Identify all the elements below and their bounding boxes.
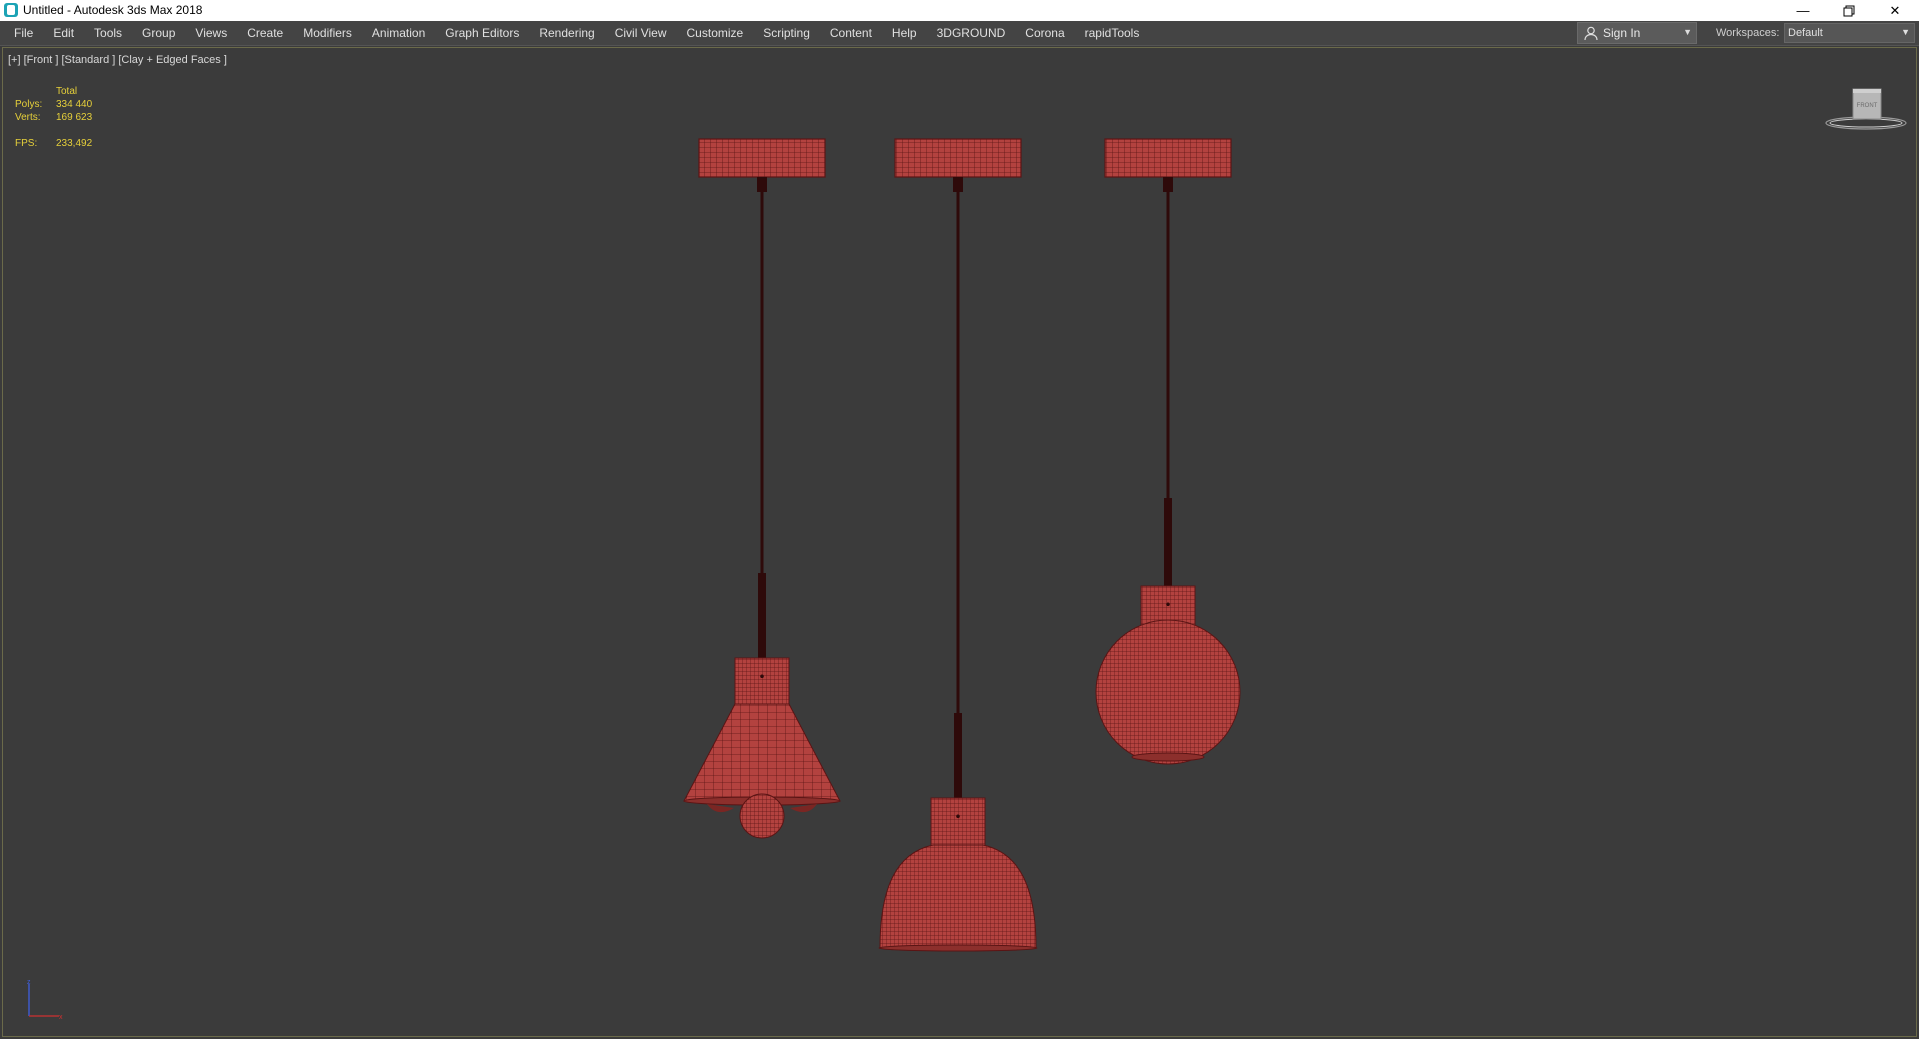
menu-scripting[interactable]: Scripting [753,21,820,45]
menu-animation[interactable]: Animation [362,21,435,45]
menu-tools[interactable]: Tools [84,21,132,45]
polys-value: 334 440 [56,99,93,110]
sign-in-button[interactable]: Sign In ▼ [1577,22,1697,44]
stats-header: Total [56,86,78,97]
cone-pendant-lamp-cord-sleeve[interactable] [758,573,766,658]
polys-label: Polys: [15,99,43,110]
viewcube-label: FRONT [1857,103,1878,109]
sphere-pendant-lamp-canopy[interactable] [1104,138,1232,178]
workspaces-label: Workspaces: [1716,27,1780,39]
menu-content[interactable]: Content [820,21,882,45]
minimize-icon[interactable]: — [1780,0,1826,21]
cone-pendant-lamp-socket-screw[interactable] [760,674,764,679]
menu-customize[interactable]: Customize [677,21,754,45]
chevron-down-icon[interactable]: ▼ [1683,27,1692,37]
menu-corona[interactable]: Corona [1015,21,1074,45]
chevron-down-icon: ▼ [1901,27,1910,37]
fps-value: 233,492 [56,138,93,149]
viewcube-icon[interactable]: FRONT [1821,85,1911,135]
front-viewport[interactable]: [+] [Front ] [Standard ] [Clay + Edged F… [2,47,1917,1037]
menu-rendering[interactable]: Rendering [529,21,604,45]
cone-pendant-lamp-socket[interactable] [734,657,790,707]
cone-pendant-lamp-bulb-edge-right[interactable] [790,804,817,813]
title-bar: Untitled - Autodesk 3ds Max 2018 — ✕ [0,0,1919,21]
viewport-label[interactable]: [+] [Front ] [Standard ] [Clay + Edged F… [8,54,227,66]
verts-label: Verts: [15,112,41,123]
cone-pendant-lamp-bulb-edge-left[interactable] [707,804,734,813]
sphere-pendant-lamp-canopy-stem[interactable] [1163,177,1173,192]
verts-value: 169 623 [56,112,93,123]
menu-file[interactable]: File [4,21,43,45]
cone-pendant-lamp-shade[interactable] [683,703,841,802]
fps-label: FPS: [15,138,38,149]
svg-text:x: x [59,1014,63,1021]
dome-pendant-lamp-shade[interactable] [879,844,1037,949]
menu-modifiers[interactable]: Modifiers [293,21,362,45]
menu-edit[interactable]: Edit [43,21,84,45]
cone-pendant-lamp-canopy[interactable] [698,138,826,178]
sphere-pendant-lamp-socket-screw[interactable] [1166,602,1170,607]
menu-group[interactable]: Group [132,21,185,45]
menu-3dground[interactable]: 3DGROUND [927,21,1016,45]
3ds-max-icon[interactable] [4,3,18,17]
restore-icon[interactable] [1826,0,1872,21]
dome-pendant-lamp-socket[interactable] [930,797,986,847]
menu-graph-editors[interactable]: Graph Editors [435,21,529,45]
window-title: Untitled - Autodesk 3ds Max 2018 [23,3,203,17]
menu-help[interactable]: Help [882,21,927,45]
menu-civil-view[interactable]: Civil View [605,21,677,45]
sphere-pendant-lamp-globe-opening[interactable] [1131,752,1205,762]
dome-pendant-lamp-socket-screw[interactable] [956,814,960,819]
svg-text:z: z [27,979,31,986]
user-icon [1584,26,1598,41]
cone-pendant-lamp-bulb[interactable] [739,793,785,839]
cone-pendant-lamp-canopy-stem[interactable] [757,177,767,192]
menu-create[interactable]: Create [237,21,293,45]
dome-pendant-lamp-shade-rim[interactable] [878,944,1038,952]
axis-tripod-icon: z x [27,979,63,1021]
sign-in-label: Sign In [1603,26,1641,40]
viewport-scene[interactable] [3,48,1918,1038]
menu-views[interactable]: Views [185,21,237,45]
sphere-pendant-lamp-globe[interactable] [1095,619,1241,765]
menu-rapidtools[interactable]: rapidTools [1075,21,1150,45]
main-menu: File Edit Tools Group Views Create Modifiers An… [4,21,1149,45]
workspaces-dropdown[interactable]: Default ▼ [1784,23,1915,43]
dome-pendant-lamp-cord-sleeve[interactable] [954,713,962,798]
sphere-pendant-lamp-cord-sleeve[interactable] [1164,498,1172,586]
dome-pendant-lamp-canopy-stem[interactable] [953,177,963,192]
workspaces-value: Default [1788,27,1823,39]
dome-pendant-lamp-canopy[interactable] [894,138,1022,178]
close-icon[interactable]: ✕ [1872,0,1918,21]
